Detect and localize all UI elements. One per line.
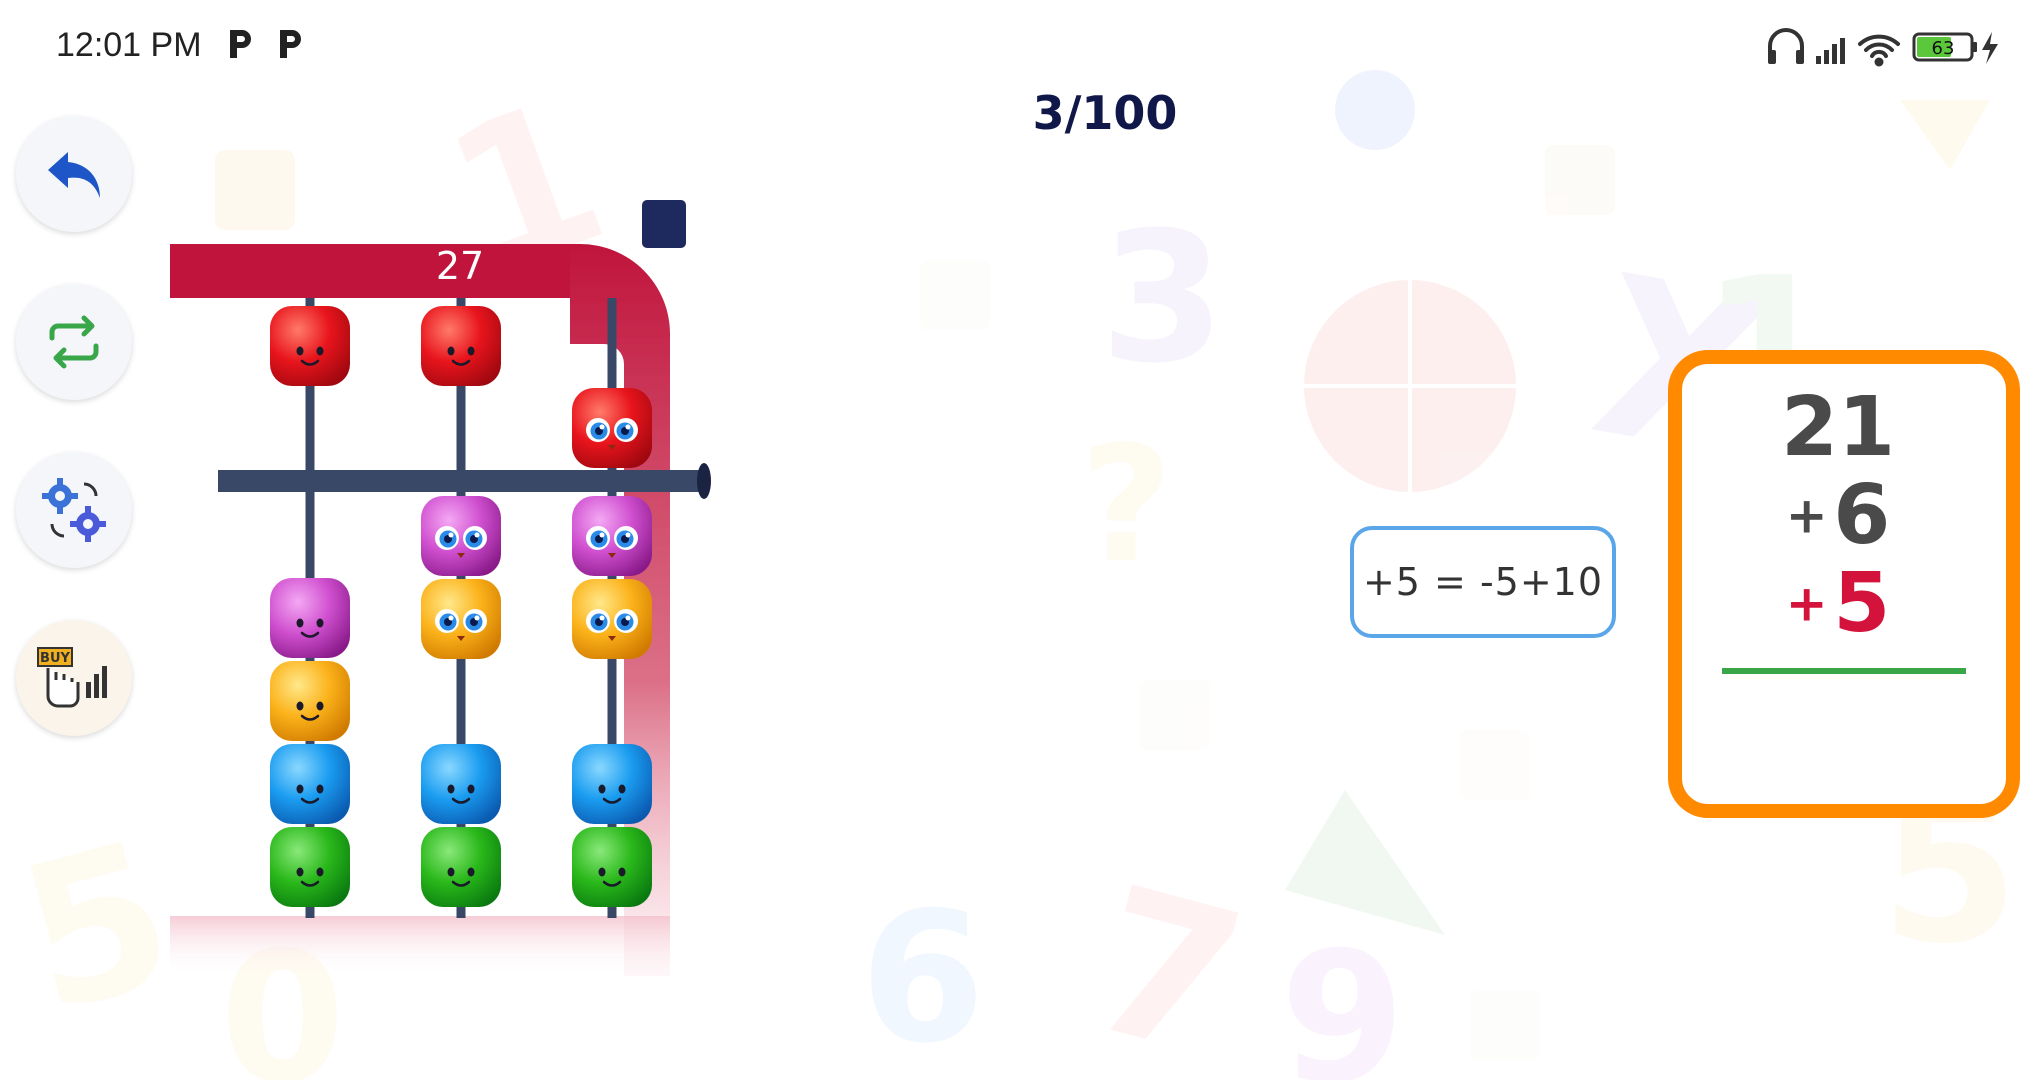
charging-icon [1982,32,1998,64]
svg-text:3: 3 [1100,194,1225,403]
signal-icon [1816,38,1845,64]
undo-arrow-icon [48,152,100,198]
notification-p-icon [230,30,251,58]
bead [270,661,350,741]
svg-text:9: 9 [1280,914,1405,1080]
problem-first-number: 21 [1780,380,1896,475]
answer-line [1722,668,1966,674]
status-time: 12:01 PM [56,26,202,64]
headphones-icon [1768,28,1804,64]
bead [421,579,501,659]
wifi-icon [1858,34,1900,67]
svg-text:?: ? [1080,411,1173,598]
third-number: 5 [1833,556,1891,651]
bead [572,579,652,659]
abacus-total: 27 [435,244,485,288]
svg-text:6: 6 [860,874,985,1080]
settings-button[interactable] [16,452,132,568]
buy-icon: BUY [37,647,107,708]
swap-button[interactable] [16,284,132,400]
hint-box: +5 = -5+10 [1350,526,1616,638]
back-button[interactable] [16,116,132,232]
notification-p-icon [280,30,301,58]
problem-third-line: + 5 [1668,556,2008,651]
svg-text:63: 63 [1932,38,1955,59]
abacus [170,200,711,976]
status-icons: 63 [1768,28,1998,67]
bead [270,578,350,658]
bead [270,744,350,824]
svg-text:7: 7 [1069,843,1264,1080]
bead [270,827,350,907]
problem-second-line: + 6 [1668,468,2008,563]
bead [572,744,652,824]
status-bar: 12:01 PM 63 [0,0,2040,88]
bead [270,306,350,386]
bead [572,496,652,576]
bead [421,827,501,907]
swap-arrows-icon [49,315,99,369]
bead [421,306,501,386]
gears-icon [42,478,106,542]
question-progress: 3/100 [1032,86,1178,140]
buy-button[interactable]: BUY [16,620,132,736]
bead [421,496,501,576]
svg-text:5: 5 [0,797,195,1058]
second-number: 6 [1833,468,1891,563]
svg-text:BUY: BUY [40,651,70,666]
bead [572,827,652,907]
bead [572,388,652,468]
battery-icon: 63 [1912,32,1977,62]
third-operator: + [1785,574,1828,633]
second-operator: + [1785,486,1828,545]
bead [421,744,501,824]
